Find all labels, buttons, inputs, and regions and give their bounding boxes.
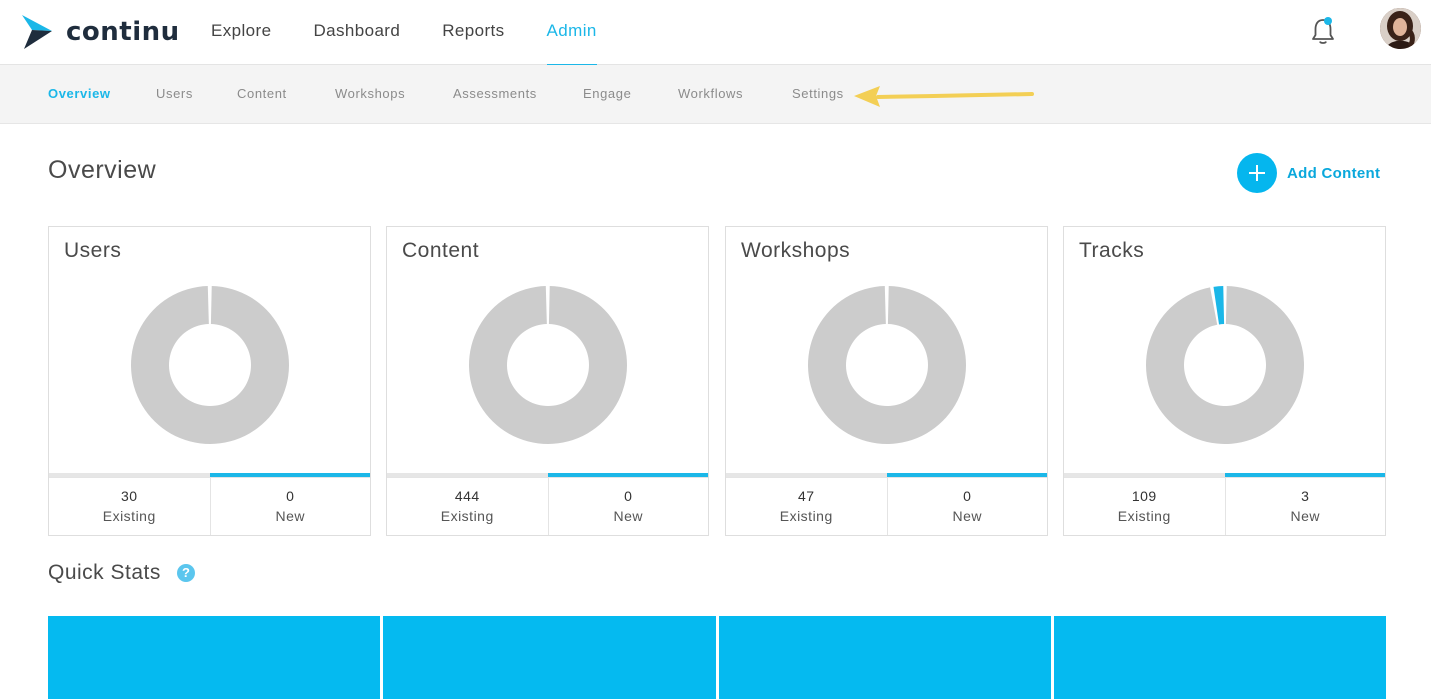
continu-logo[interactable]: continu [22,14,180,50]
admin-subnav: Overview Users Content Workshops Assessm… [0,65,1431,124]
existing-slice [808,286,966,444]
card-title: Content [402,239,480,262]
quick-stat-tile[interactable] [1054,616,1386,699]
card-title: Users [64,239,122,262]
subnav-workflows[interactable]: Workflows [678,65,743,124]
new-stat: 3 New [1224,478,1386,535]
main-nav: Explore Dashboard Reports Admin [190,0,618,66]
workshops-donut-chart [808,286,966,444]
bell-icon[interactable] [1309,15,1337,47]
subnav-users[interactable]: Users [156,65,193,124]
add-content-button[interactable]: Add Content [1237,153,1380,193]
subnav-engage[interactable]: Engage [583,65,631,124]
users-card[interactable]: Users 30 Existing 0 New [48,226,371,536]
new-count: 0 [963,488,972,504]
new-label: New [275,508,305,524]
card-title: Tracks [1079,239,1145,262]
card-stats: 109 Existing 3 New [1064,477,1385,535]
existing-label: Existing [779,508,833,524]
existing-count: 444 [454,488,480,504]
add-content-label: Add Content [1287,164,1381,182]
new-count: 0 [624,488,633,504]
tracks-donut-chart [1146,286,1304,444]
content-donut-chart [469,286,627,444]
subnav-workshops[interactable]: Workshops [335,65,405,124]
subnav-settings[interactable]: Settings [792,65,844,124]
card-stats: 30 Existing 0 New [49,477,370,535]
quick-stat-tile[interactable] [48,616,380,699]
card-title: Workshops [741,239,851,262]
quick-stat-tile[interactable] [383,616,716,699]
existing-stat: 47 Existing [726,478,887,535]
new-stat: 0 New [209,478,371,535]
page-title: Overview [48,156,157,184]
new-count: 0 [286,488,295,504]
new-label: New [952,508,982,524]
new-count: 3 [1301,488,1310,504]
new-label: New [1290,508,1320,524]
existing-slice [1146,286,1304,444]
existing-count: 109 [1131,488,1157,504]
new-label: New [613,508,643,524]
users-donut-chart [131,286,289,444]
existing-label: Existing [440,508,494,524]
content-card[interactable]: Content 444 Existing 0 New [386,226,709,536]
existing-stat: 444 Existing [387,478,548,535]
avatar[interactable] [1380,8,1421,49]
plus-icon [1237,153,1277,193]
card-stats: 444 Existing 0 New [387,477,708,535]
new-stat: 0 New [547,478,709,535]
new-stat: 0 New [886,478,1048,535]
existing-stat: 30 Existing [49,478,210,535]
existing-label: Existing [102,508,156,524]
existing-label: Existing [1117,508,1171,524]
top-header: continu Explore Dashboard Reports Admin [0,0,1431,66]
existing-stat: 109 Existing [1064,478,1225,535]
existing-count: 47 [797,488,815,504]
workshops-card[interactable]: Workshops 47 Existing 0 New [725,226,1048,536]
question-icon[interactable]: ? [177,564,195,582]
subnav-overview[interactable]: Overview [48,65,111,124]
nav-reports[interactable]: Reports [421,0,525,65]
nav-explore[interactable]: Explore [190,0,292,65]
existing-count: 30 [120,488,138,504]
tracks-card[interactable]: Tracks 109 Existing 3 New [1063,226,1386,536]
quick-stat-tile[interactable] [719,616,1051,699]
quick-stats-title: Quick Stats [48,561,161,584]
nav-admin[interactable]: Admin [526,0,618,66]
brand-name: continu [66,17,180,47]
nav-dashboard[interactable]: Dashboard [292,0,421,65]
existing-slice [131,286,289,444]
card-stats: 47 Existing 0 New [726,477,1047,535]
subnav-assessments[interactable]: Assessments [453,65,537,124]
existing-slice [469,286,627,444]
subnav-content[interactable]: Content [237,65,287,124]
logo-arrow-icon [22,15,52,49]
